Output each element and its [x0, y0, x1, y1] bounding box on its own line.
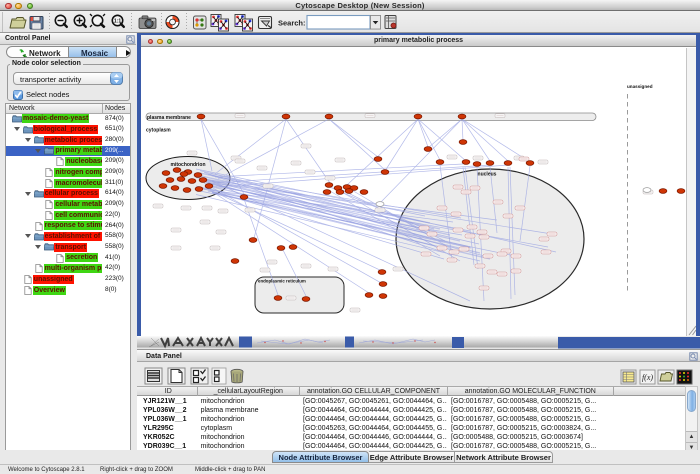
svg-text:1:1: 1:1: [114, 19, 121, 25]
svg-text:plasma membrane: plasma membrane: [147, 115, 191, 121]
svg-text:f(x): f(x): [642, 373, 653, 382]
svg-text:unassigned: unassigned: [627, 84, 653, 89]
svg-text:Search:: Search:: [278, 19, 306, 28]
svg-text:cytoplasm: cytoplasm: [146, 128, 171, 134]
svg-text:nucleus: nucleus: [478, 172, 497, 178]
svg-text:endoplasmic reticulum: endoplasmic reticulum: [258, 279, 306, 284]
svg-text:mitochondrion: mitochondrion: [171, 162, 206, 168]
